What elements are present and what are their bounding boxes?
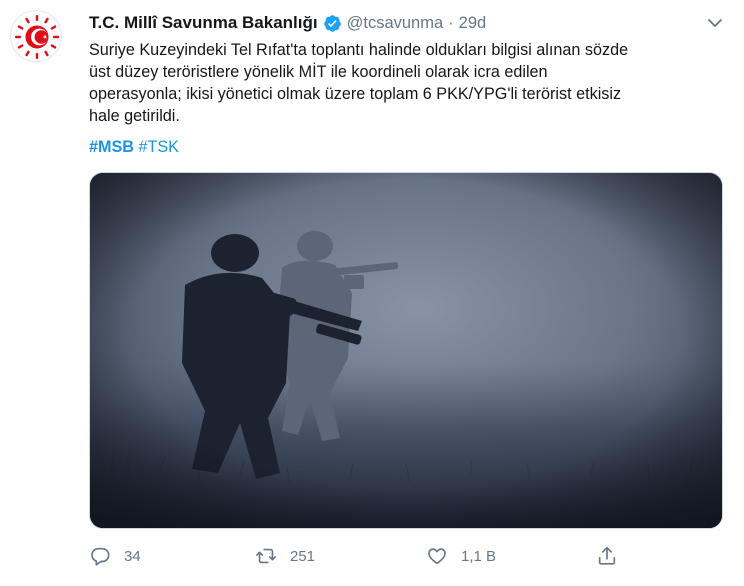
handle[interactable]: @tcsavunma — [347, 14, 444, 33]
tweet-photo[interactable] — [89, 172, 723, 529]
like-button[interactable]: 1,1 B — [426, 543, 496, 569]
more-options-button[interactable] — [704, 12, 726, 34]
reply-icon — [91, 547, 110, 566]
retweet-count: 251 — [290, 547, 316, 565]
tweet-text-line: operasyonla; ikisi yönetici olmak üzere … — [89, 85, 622, 103]
tweet-text-line: Suriye Kuzeyindeki Tel Rıfat'ta toplantı… — [89, 41, 629, 59]
share-button[interactable] — [596, 543, 618, 569]
tweet[interactable]: T.C. Millî Savunma Bakanlığı @tcsavunma … — [0, 0, 744, 586]
share-icon — [598, 546, 616, 565]
like-count: 1,1 B — [461, 547, 497, 565]
heart-icon — [428, 548, 446, 565]
reply-button[interactable]: 34 — [89, 543, 141, 569]
tweet-actions: 34 251 1,1 B — [89, 543, 629, 569]
retweet-button[interactable]: 251 — [255, 543, 315, 569]
tweet-header: T.C. Millî Savunma Bakanlığı @tcsavunma … — [89, 12, 486, 34]
hashtags: #MSB #TSK — [89, 136, 179, 158]
ministry-emblem-icon — [12, 12, 61, 61]
separator-dot: · — [448, 13, 454, 32]
avatar[interactable] — [10, 10, 62, 62]
reply-count: 34 — [124, 547, 141, 565]
hashtag-msb[interactable]: #MSB — [89, 138, 134, 156]
soldiers-in-fog-photo — [90, 173, 722, 528]
tweet-text-line: hale getirildi. — [89, 107, 180, 125]
chevron-down-icon — [708, 19, 722, 27]
hashtag-tsk[interactable]: #TSK — [138, 138, 179, 156]
retweet-icon — [256, 548, 276, 564]
display-name[interactable]: T.C. Millî Savunma Bakanlığı — [89, 13, 318, 33]
tweet-text-line: üst düzey teröristlere yönelik MİT ile k… — [89, 63, 548, 81]
tweet-text: Suriye Kuzeyindeki Tel Rıfat'ta toplantı… — [89, 39, 725, 127]
timestamp[interactable]: 29d — [459, 14, 487, 33]
verified-badge-icon — [323, 14, 341, 32]
